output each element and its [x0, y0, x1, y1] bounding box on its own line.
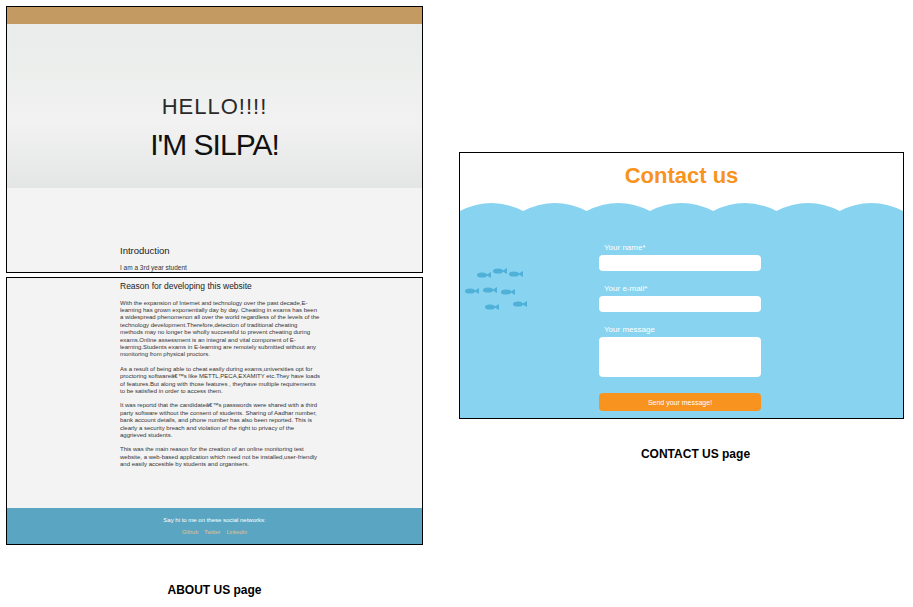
text-input[interactable]	[599, 296, 761, 312]
contact-form: Your name* Your e-mail* Your message Send y…	[599, 243, 761, 418]
contact-header: Contact us	[460, 153, 903, 199]
contact-screenshot: Contact us Your name* Your e-mail* Your mes…	[459, 152, 904, 419]
reason-section: Reason for developing this website With t…	[7, 278, 320, 469]
about-column: HELLO!!!!I'M SILPA! Introduction I am a 3r…	[0, 0, 423, 607]
hero-name: I'M SILPA!	[150, 125, 279, 165]
introduction-section: Introduction I am a 3rd year student	[7, 188, 422, 272]
introduction-text: I am a 3rd year student	[120, 264, 422, 272]
social-links: Github Twitter Linkedin	[182, 529, 247, 535]
text-input[interactable]	[599, 255, 761, 271]
about-bottom-screenshot: Reason for developing this website With t…	[6, 277, 423, 545]
about-top-screenshot: HELLO!!!!I'M SILPA! Introduction I am a 3r…	[6, 6, 423, 273]
footer-text: Say hi to me on these social networks:	[163, 517, 265, 523]
contact-column: Contact us Your name* Your e-mail* Your mes…	[423, 0, 904, 607]
page: HELLO!!!!I'M SILPA! Introduction I am a 3r…	[0, 0, 913, 607]
message-textarea[interactable]	[599, 337, 761, 377]
contact-caption: CONTACT US page	[459, 447, 904, 461]
field-label: Your message	[599, 325, 761, 335]
reason-heading: Reason for developing this website	[120, 281, 320, 293]
reason-paragraph: As a result of being able to cheat easil…	[120, 366, 320, 396]
top-bar	[7, 7, 422, 24]
fish-icon	[460, 261, 550, 331]
form-field: Your message	[599, 325, 761, 377]
social-link[interactable]: Twitter	[204, 529, 220, 535]
field-label: Your name*	[599, 243, 761, 253]
field-label: Your e-mail*	[599, 284, 761, 294]
reason-paragraph: It was reportd that the candidateâ€™s pa…	[120, 402, 320, 439]
wave-icon	[460, 199, 903, 221]
send-button[interactable]: Send your message!	[599, 393, 761, 411]
introduction-heading: Introduction	[120, 245, 422, 258]
social-link[interactable]: Linkedin	[226, 529, 247, 535]
form-field: Your name*	[599, 243, 761, 271]
social-footer: Say hi to me on these social networks: Gi…	[7, 508, 422, 544]
contact-title: Contact us	[625, 163, 739, 189]
form-field: Your e-mail*	[599, 284, 761, 312]
social-link[interactable]: Github	[182, 529, 198, 535]
hero-greeting: HELLO!!!!	[162, 92, 268, 122]
reason-paragraph: With the expansion of Internet and techn…	[120, 300, 320, 359]
contact-body: Your name* Your e-mail* Your message Send y…	[460, 221, 903, 418]
about-caption: ABOUT US page	[6, 583, 423, 597]
hero-banner: HELLO!!!!I'M SILPA!	[7, 24, 422, 188]
reason-paragraph: This was the main reason for the creatio…	[120, 446, 320, 468]
